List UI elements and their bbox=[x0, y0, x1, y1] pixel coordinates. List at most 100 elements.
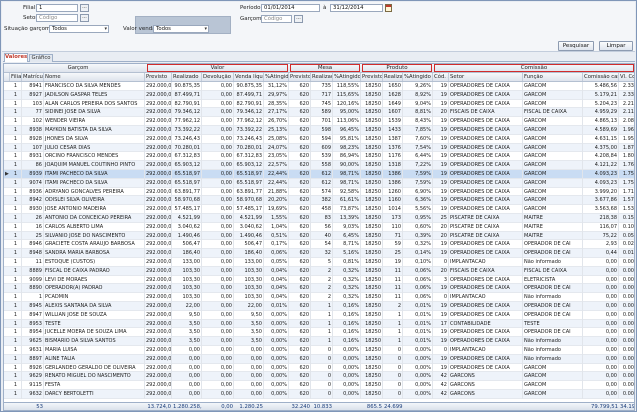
setor-lookup-button[interactable]: ... bbox=[80, 14, 89, 22]
cell-pct-ating: 20,20% bbox=[264, 196, 289, 206]
table-row[interactable]: 1 9632 DARCY BERTOLETTI 292.000,0 0,00 0,00 0,… bbox=[4, 390, 634, 399]
cell-matricula: 8889 bbox=[22, 266, 44, 276]
cell-funcao: GARCOM bbox=[523, 381, 583, 390]
cell-pct-ating: 0,51% bbox=[264, 231, 289, 241]
cell-filial: 1 bbox=[10, 310, 22, 320]
table-row[interactable]: 1 8945 ALEXIS SANTANA DA SILVA 292.000,0 22,… bbox=[4, 302, 634, 311]
column-header-prod-prev[interactable]: Previsto bbox=[361, 73, 383, 81]
tab-grafico[interactable]: Gráfico bbox=[29, 54, 53, 62]
table-row[interactable]: 1 107 JULIO CESAR DIAS 292.000,0 70.280,01 0,… bbox=[4, 143, 634, 153]
column-header-realizado[interactable]: Realizado bbox=[172, 73, 202, 81]
table-row[interactable]: 1 26 ANTONIO DA CONCEICAO PEREIRA 292.000,0… bbox=[4, 214, 634, 223]
cell-realizado: 87.499,71 bbox=[172, 90, 202, 100]
table-row[interactable]: 1 8948 SANDRA MARIA BARBOSA 292.000,0 186,40… bbox=[4, 249, 634, 258]
column-header-funcao[interactable]: Função bbox=[523, 73, 583, 81]
table-row[interactable]: 1 77 SIDINEI JOSE DA SILVA 292.000,0 79.346,… bbox=[4, 108, 634, 118]
cell-venda-liq: 0,00 bbox=[234, 381, 264, 390]
cell-devolucao: 0,00 bbox=[202, 126, 234, 135]
column-header-nome[interactable]: Nome bbox=[44, 73, 145, 81]
filial-lookup-button[interactable]: ... bbox=[80, 4, 89, 12]
cell-prod-prev: 18250 bbox=[361, 161, 383, 170]
setor-input[interactable]: Código bbox=[36, 14, 78, 22]
table-row[interactable]: 1 86 JOAQUIM MANUEL COUTINHO PINTO 292.000,… bbox=[4, 161, 634, 170]
tab-valores[interactable]: Valores bbox=[4, 53, 28, 62]
cell-mesa-prev: 620 bbox=[289, 222, 311, 232]
filial-input[interactable]: 1 bbox=[36, 4, 78, 12]
calendar-icon[interactable] bbox=[385, 4, 392, 12]
table-row[interactable]: 1 25 SILVANIO JOSE DO NASCIMENTO 292.000,0 1… bbox=[4, 231, 634, 241]
column-header-filial[interactable]: Filial bbox=[10, 73, 22, 81]
table-row[interactable]: 1 9625 BISMARIO DA SILVA SANTOS 292.000,0 3,… bbox=[4, 337, 634, 346]
table-row[interactable]: 1 8938 MAYKON BATISTA DA SILVA 292.000,0 73.… bbox=[4, 126, 634, 135]
table-row[interactable]: 1 8889 FISCAL DE CAIXA PADRAO 292.000,0 103,… bbox=[4, 266, 634, 276]
table-row[interactable]: 1 8930 JOSE ANTONIO MADEIRA 292.000,0 57.485… bbox=[4, 205, 634, 214]
group-header-garcom: Garçom bbox=[67, 65, 89, 71]
table-row[interactable]: 1 9115 FESTA 292.000,0 0,00 0,00 0,00 0,00% 620 0… bbox=[4, 381, 634, 390]
table-row[interactable]: 1 8931 ORCINO FRANCISCO MENDES 292.000,0 67.… bbox=[4, 152, 634, 162]
limpar-button[interactable]: Limpar bbox=[599, 41, 633, 51]
pesquisar-button[interactable]: Pesquisar bbox=[558, 41, 594, 51]
cell-funcao: GARCOM bbox=[523, 82, 583, 91]
situacao-value: Todos bbox=[52, 26, 67, 32]
table-row[interactable]: 1 8947 WILLIAN JOSE DE SOUZA 292.000,0 9,50 0… bbox=[4, 310, 634, 320]
table-row[interactable]: 1 8936 ADRYANO GONCALVES PEREIRA 292.000,0 6… bbox=[4, 187, 634, 197]
cell-mesa-real: 54 bbox=[311, 240, 333, 250]
cell-setor: OPERADORES DE CAIXA bbox=[449, 187, 523, 197]
table-row[interactable]: 1 8946 GRACIETE COSTA ARAUJO BARBOSA 292.00… bbox=[4, 240, 634, 250]
table-row[interactable]: 1 8942 ODISLEI SILVA OLIVEIRA 292.000,0 58.9… bbox=[4, 196, 634, 206]
table-row[interactable]: 1 8897 ALINE TALIA 292.000,0 0,00 0,00 0,00 0,0… bbox=[4, 354, 634, 364]
column-header-mesa-prev[interactable]: Previsto bbox=[289, 73, 311, 81]
cell-pct-ating: 22,44% bbox=[264, 170, 289, 179]
cell-vl-comis: 2.08 bbox=[619, 117, 634, 126]
table-row[interactable]: 1 9629 RENATO MIGUEL DO NASCIMENTO 292.000,… bbox=[4, 372, 634, 382]
table-row[interactable]: 1 9099 LEVI DE MORAES 292.000,0 103,30 0,00 10… bbox=[4, 275, 634, 285]
cell-venda-liq: 0,00 bbox=[234, 354, 264, 364]
table-row[interactable]: 1 8928 JHONES DA SILVA 292.000,0 73.246,43 0,… bbox=[4, 134, 634, 144]
cell-mesa-prev: 620 bbox=[289, 108, 311, 118]
table-row[interactable]: 1 8926 GERLANDEO GERALDO DE OLIVEIRA 292.00… bbox=[4, 363, 634, 373]
cell-prod-pct: 5,56% bbox=[403, 205, 433, 214]
column-header-prod-real[interactable]: Realizado bbox=[383, 73, 403, 81]
table-row[interactable]: ▶ 1 8939 ITAMI PACHECO DA SILVA 292.000,0 65.… bbox=[4, 170, 634, 179]
garcom-lookup-button[interactable]: ... bbox=[294, 15, 303, 23]
cell-venda-liq: 57.485,17 bbox=[234, 205, 264, 214]
periodo-start-input[interactable]: 01/01/2014 bbox=[261, 4, 320, 12]
table-row[interactable]: 1 8927 JADILSON GASPAR TELES 292.000,0 87.49… bbox=[4, 90, 634, 100]
table-row[interactable]: 1 103 ALAN CARLOS PEREIRA DOS SANTOS 292.00… bbox=[4, 99, 634, 109]
table-row[interactable]: 1 9074 ITAMI PACHECO DA SILVA 292.000,0 65.5… bbox=[4, 178, 634, 188]
cell-com-casa: 4.959,29 bbox=[583, 108, 619, 118]
cell-venda-liq: 77.962,12 bbox=[234, 117, 264, 126]
table-row[interactable]: 1 11 ESTOQUE (CUSTOS) 292.000,0 133,00 0,00 13… bbox=[4, 258, 634, 267]
table-row[interactable]: 1 8953 TESTE 292.000,0 3,50 0,00 3,50 0,00% 620 1… bbox=[4, 319, 634, 329]
column-header-mesa-real[interactable]: Realizado bbox=[311, 73, 333, 81]
column-header-com-casa[interactable]: Comissão casa bbox=[583, 73, 619, 81]
cell-mesa-real: 0 bbox=[311, 381, 333, 390]
table-row[interactable]: 1 9631 MARIA LUISA 292.000,0 0,00 0,00 0,00 0,0… bbox=[4, 346, 634, 355]
table-row[interactable]: 1 16 CARLOS ALBERTO LIMA 292.000,0 3.040,62 0… bbox=[4, 222, 634, 232]
totals-row: 53 13.724,0 1.280.258, 0,00 1.280.25 32.240 10… bbox=[4, 402, 634, 410]
garcom-input[interactable]: Código bbox=[261, 15, 292, 23]
periodo-end-input[interactable]: 31/12/2014 bbox=[330, 4, 383, 12]
column-header-prod-pct[interactable]: %Atingido bbox=[403, 73, 433, 81]
column-header-previsto[interactable]: Previsto bbox=[145, 73, 172, 81]
column-header-mesa-pct[interactable]: %Atingido bbox=[333, 73, 361, 81]
cell-mesa-pct: 0,00% bbox=[333, 363, 361, 373]
table-row[interactable]: 1 8941 FRANCISCO DA SILVA MENDES 292.000,0 9… bbox=[4, 82, 634, 91]
column-header-venda-liq[interactable]: Venda líquida bbox=[234, 73, 264, 81]
column-header-cod-setor[interactable]: Cód. se bbox=[433, 73, 449, 81]
table-row[interactable]: 1 102 WENDER VIEIRA 292.000,0 77.962,12 0,00 7… bbox=[4, 117, 634, 126]
situacao-select[interactable]: Todos ▾ bbox=[49, 25, 109, 33]
column-header-vl-comis[interactable]: Vl. Comis bbox=[619, 73, 634, 81]
column-header-devolucao[interactable]: Devolução bbox=[202, 73, 234, 81]
valor-venda-select[interactable]: Todos ▾ bbox=[153, 25, 209, 33]
cell-previsto: 292.000,0 bbox=[146, 328, 172, 338]
column-header-matricula[interactable]: Matrícula bbox=[22, 73, 44, 81]
table-row[interactable]: 1 1 PCADMIN 292.000,0 103,30 0,00 103,30 0,04% 6… bbox=[4, 293, 634, 302]
cell-vl-comis: 1.76 bbox=[619, 161, 634, 170]
column-header-setor[interactable]: Setor bbox=[449, 73, 523, 81]
column-header-pct-ating[interactable]: %Atingido bbox=[264, 73, 289, 81]
table-row[interactable]: 1 8954 JUCELLE MOERA DE SOUZA LIMA 292.000,… bbox=[4, 328, 634, 338]
cell-devolucao: 0,00 bbox=[202, 143, 234, 153]
table-row[interactable]: 1 8890 OPERADOR(A) PADRAO 292.000,0 103,30 0,… bbox=[4, 284, 634, 294]
cell-venda-liq: 3.040,62 bbox=[234, 222, 264, 232]
